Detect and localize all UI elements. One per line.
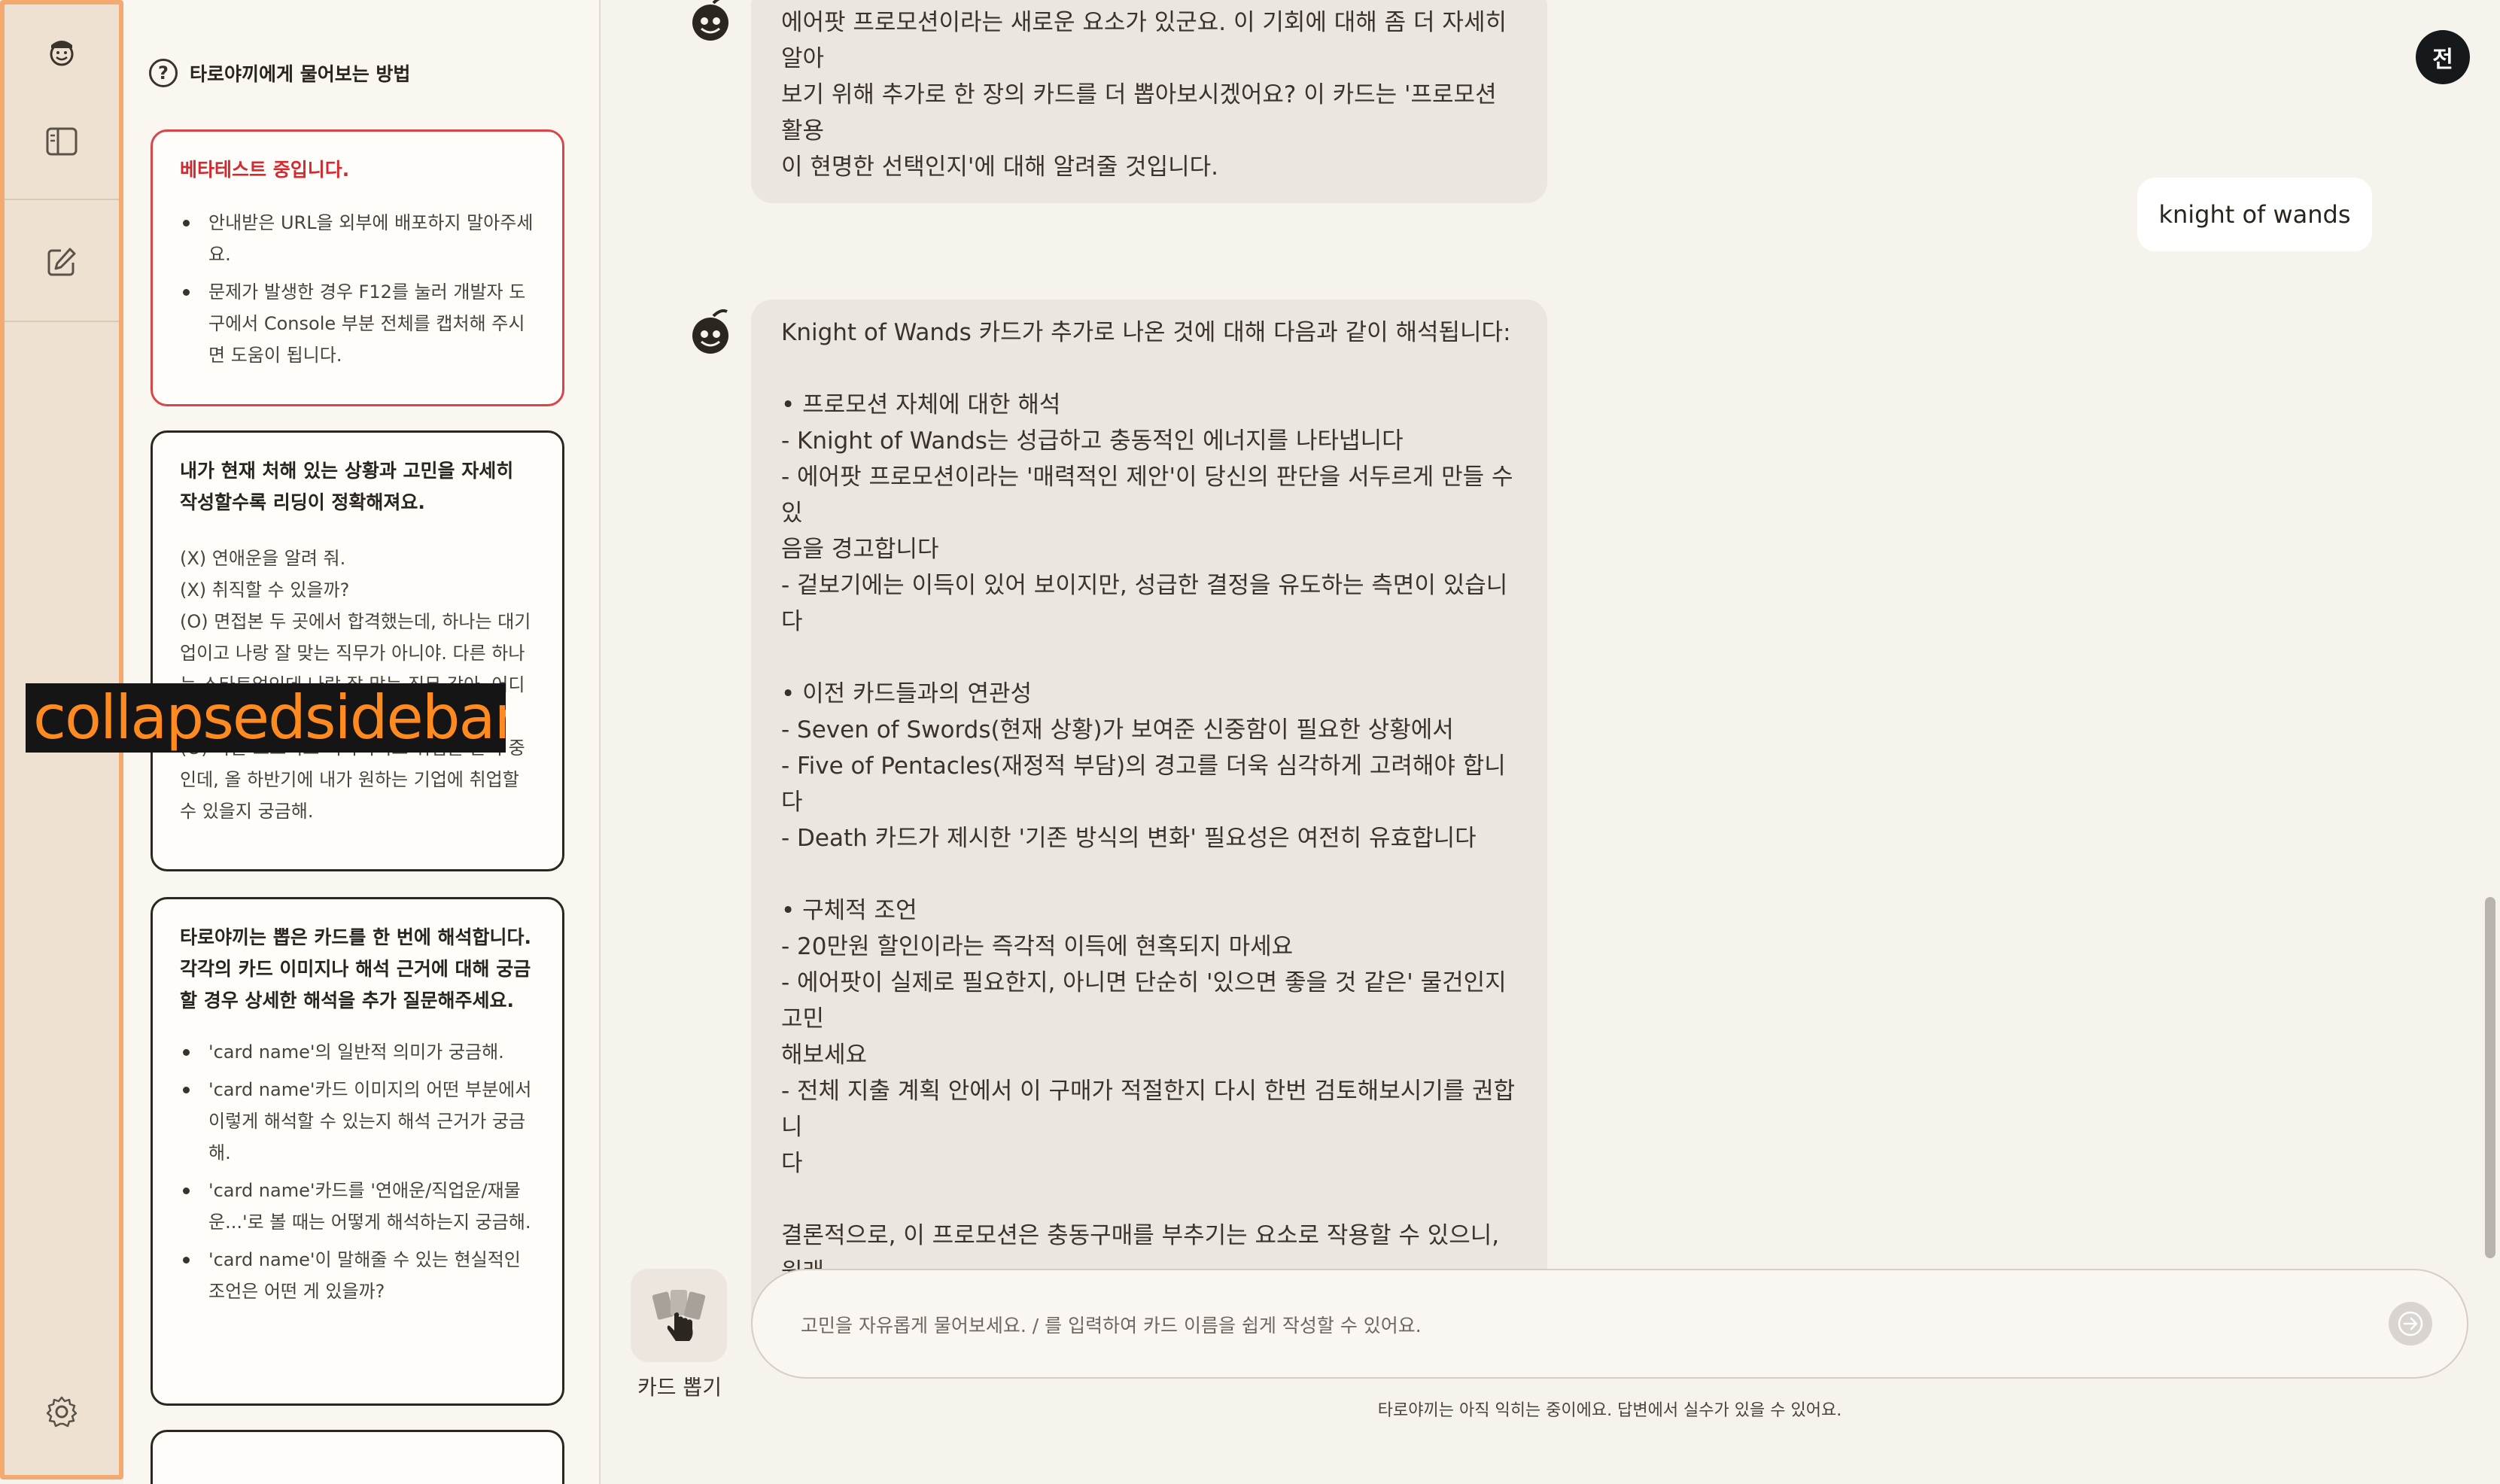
scrollbar[interactable]: [2485, 897, 2495, 1258]
message-line: - 전체 지출 계획 안에서 이 구매가 적절한지 다시 한번 검토해보시기를 …: [781, 1078, 1516, 1141]
sidebar-toggle-button[interactable]: [5, 95, 119, 188]
message-line: - Seven of Swords(현재 상황)가 보여준 신중함이 필요한 상…: [781, 716, 1454, 744]
message-line: • 프로모션 자체에 대한 해석: [781, 391, 1061, 418]
bot-message: Knight of Wands 카드가 추가로 나온 것에 대해 다음과 같이 …: [751, 300, 1547, 1344]
send-button[interactable]: [2389, 1302, 2432, 1346]
bot-message-text: 에어팟 프로모션이라는 새로운 요소가 있군요. 이 기회에 대해 좀 더 자세…: [781, 5, 1517, 185]
list-item: 'card name'카드를 '연애운/직업운/재물운...'로 볼 때는 어떻…: [180, 1175, 535, 1238]
message-line: 음을 경고합니다: [781, 536, 939, 563]
bad-example: (X) 취직할 수 있을까?: [180, 579, 350, 601]
list-item: 안내받은 URL을 외부에 배포하지 말아주세요.: [180, 207, 535, 270]
message-line: - 20만원 할인이라는 즉각적 이득에 현혹되지 마세요: [781, 933, 1294, 960]
message-input-container: [751, 1269, 2468, 1379]
detail-tip-card: 내가 현재 처해 있는 상황과 고민을 자세히 작성할수록 리딩이 정확해져요.…: [151, 430, 564, 871]
beta-notice-title: 베타테스트 중입니다.: [180, 159, 350, 181]
list-item: 'card name'의 일반적 의미가 궁금해.: [180, 1036, 535, 1068]
question-icon: ?: [149, 59, 178, 87]
guide-header: ? 타로야끼에게 물어보는 방법: [149, 59, 410, 87]
tarot-logo-icon: [50, 41, 74, 66]
rail-divider: [5, 321, 119, 322]
collapsed-sidebar-label: collapsedsidebar: [26, 683, 506, 753]
message-line: • 이전 카드들과의 연관성: [781, 680, 1033, 707]
message-line: 에어팟 프로모션이라는 새로운 요소가 있군요. 이 기회에 대해 좀 더 자세…: [781, 9, 1507, 72]
avatar[interactable]: 전: [2416, 30, 2470, 84]
interpretation-tip-card: 타로야끼는 뽑은 카드를 한 번에 해석합니다. 각각의 카드 이미지나 해석 …: [151, 897, 564, 1406]
message-line: Knight of Wands 카드가 추가로 나온 것에 대해 다음과 같이 …: [781, 319, 1511, 346]
message-line: - 겉보기에는 이득이 있어 보이지만, 성급한 결정을 유도하는 측면이 있습…: [781, 572, 1508, 635]
tip-title: 타로야끼는 뽑은 카드를 한 번에 해석합니다. 각각의 카드 이미지나 해석 …: [180, 926, 532, 1011]
logo-button[interactable]: [5, 5, 119, 98]
draw-card-button[interactable]: [631, 1269, 727, 1362]
user-message: knight of wands: [2137, 178, 2372, 251]
bot-message-text: Knight of Wands 카드가 추가로 나온 것에 대해 다음과 같이 …: [781, 315, 1517, 1326]
settings-button[interactable]: [5, 1365, 119, 1458]
message-line: - 에어팟 프로모션이라는 '매력적인 제안'이 당신의 판단을 서두르게 만들…: [781, 464, 1513, 527]
settings-icon: [46, 1396, 78, 1428]
next-tip-card: [151, 1430, 564, 1484]
message-line: 보기 위해 추가로 한 장의 카드를 더 뽑아보시겠어요? 이 카드는 '프로모…: [781, 81, 1497, 144]
bot-avatar-icon: [692, 0, 728, 41]
guide-title: 타로야끼에게 물어보는 방법: [190, 63, 411, 85]
message-line: - Knight of Wands는 성급하고 충동적인 에너지를 나타냅니다: [781, 427, 1404, 455]
chat-area: 전 에어팟 프로모션이라는 새로운 요소가 있군요. 이 기회에 대해 좀 더 …: [601, 0, 2500, 1484]
panel-toggle-icon: [46, 127, 78, 156]
message-line: 이 현명한 선택인지'에 대해 알려줄 것입니다.: [781, 154, 1219, 181]
new-chat-button[interactable]: [5, 215, 119, 309]
beta-notice-card: 베타테스트 중입니다. 안내받은 URL을 외부에 배포하지 말아주세요. 문제…: [151, 129, 564, 406]
rail-divider: [5, 199, 119, 200]
message-input[interactable]: [801, 1303, 2351, 1347]
disclaimer-text: 타로야끼는 아직 익히는 중이에요. 답변에서 실수가 있을 수 있어요.: [1377, 1401, 1842, 1420]
list-item: 'card name'이 말해줄 수 있는 현실적인 조언은 어떤 게 있을까?: [180, 1244, 535, 1307]
bot-avatar-icon: [692, 309, 728, 354]
list-item: 문제가 발생한 경우 F12를 눌러 개발자 도구에서 Console 부분 전…: [180, 276, 535, 371]
message-line: • 구체적 조언: [781, 897, 917, 924]
cards-hand-icon: [652, 1290, 706, 1341]
list-item: 'card name'카드 이미지의 어떤 부분에서 이렇게 해석할 수 있는지…: [180, 1074, 535, 1169]
draw-card-label: 카드 뽑기: [637, 1375, 722, 1400]
bot-message: 에어팟 프로모션이라는 새로운 요소가 있군요. 이 기회에 대해 좀 더 자세…: [751, 0, 1547, 203]
message-line: - Five of Pentacles(재정적 부담)의 경고를 더욱 심각하게…: [781, 753, 1506, 816]
message-line: - 에어팟이 실제로 필요한지, 아니면 단순히 '있으면 좋을 것 같은' 물…: [781, 969, 1507, 1032]
bad-example: (X) 연애운을 알려 줘.: [180, 548, 346, 569]
arrow-right-icon: [2398, 1311, 2423, 1337]
message-line: 해보세요: [781, 1042, 868, 1069]
new-chat-icon: [47, 248, 76, 276]
message-line: - Death 카드가 제시한 '기존 방식의 변화' 필요성은 여전히 유효합…: [781, 825, 1477, 852]
tip-title: 내가 현재 처해 있는 상황과 고민을 자세히 작성할수록 리딩이 정확해져요.: [180, 460, 514, 513]
message-line: 다: [781, 1150, 803, 1177]
